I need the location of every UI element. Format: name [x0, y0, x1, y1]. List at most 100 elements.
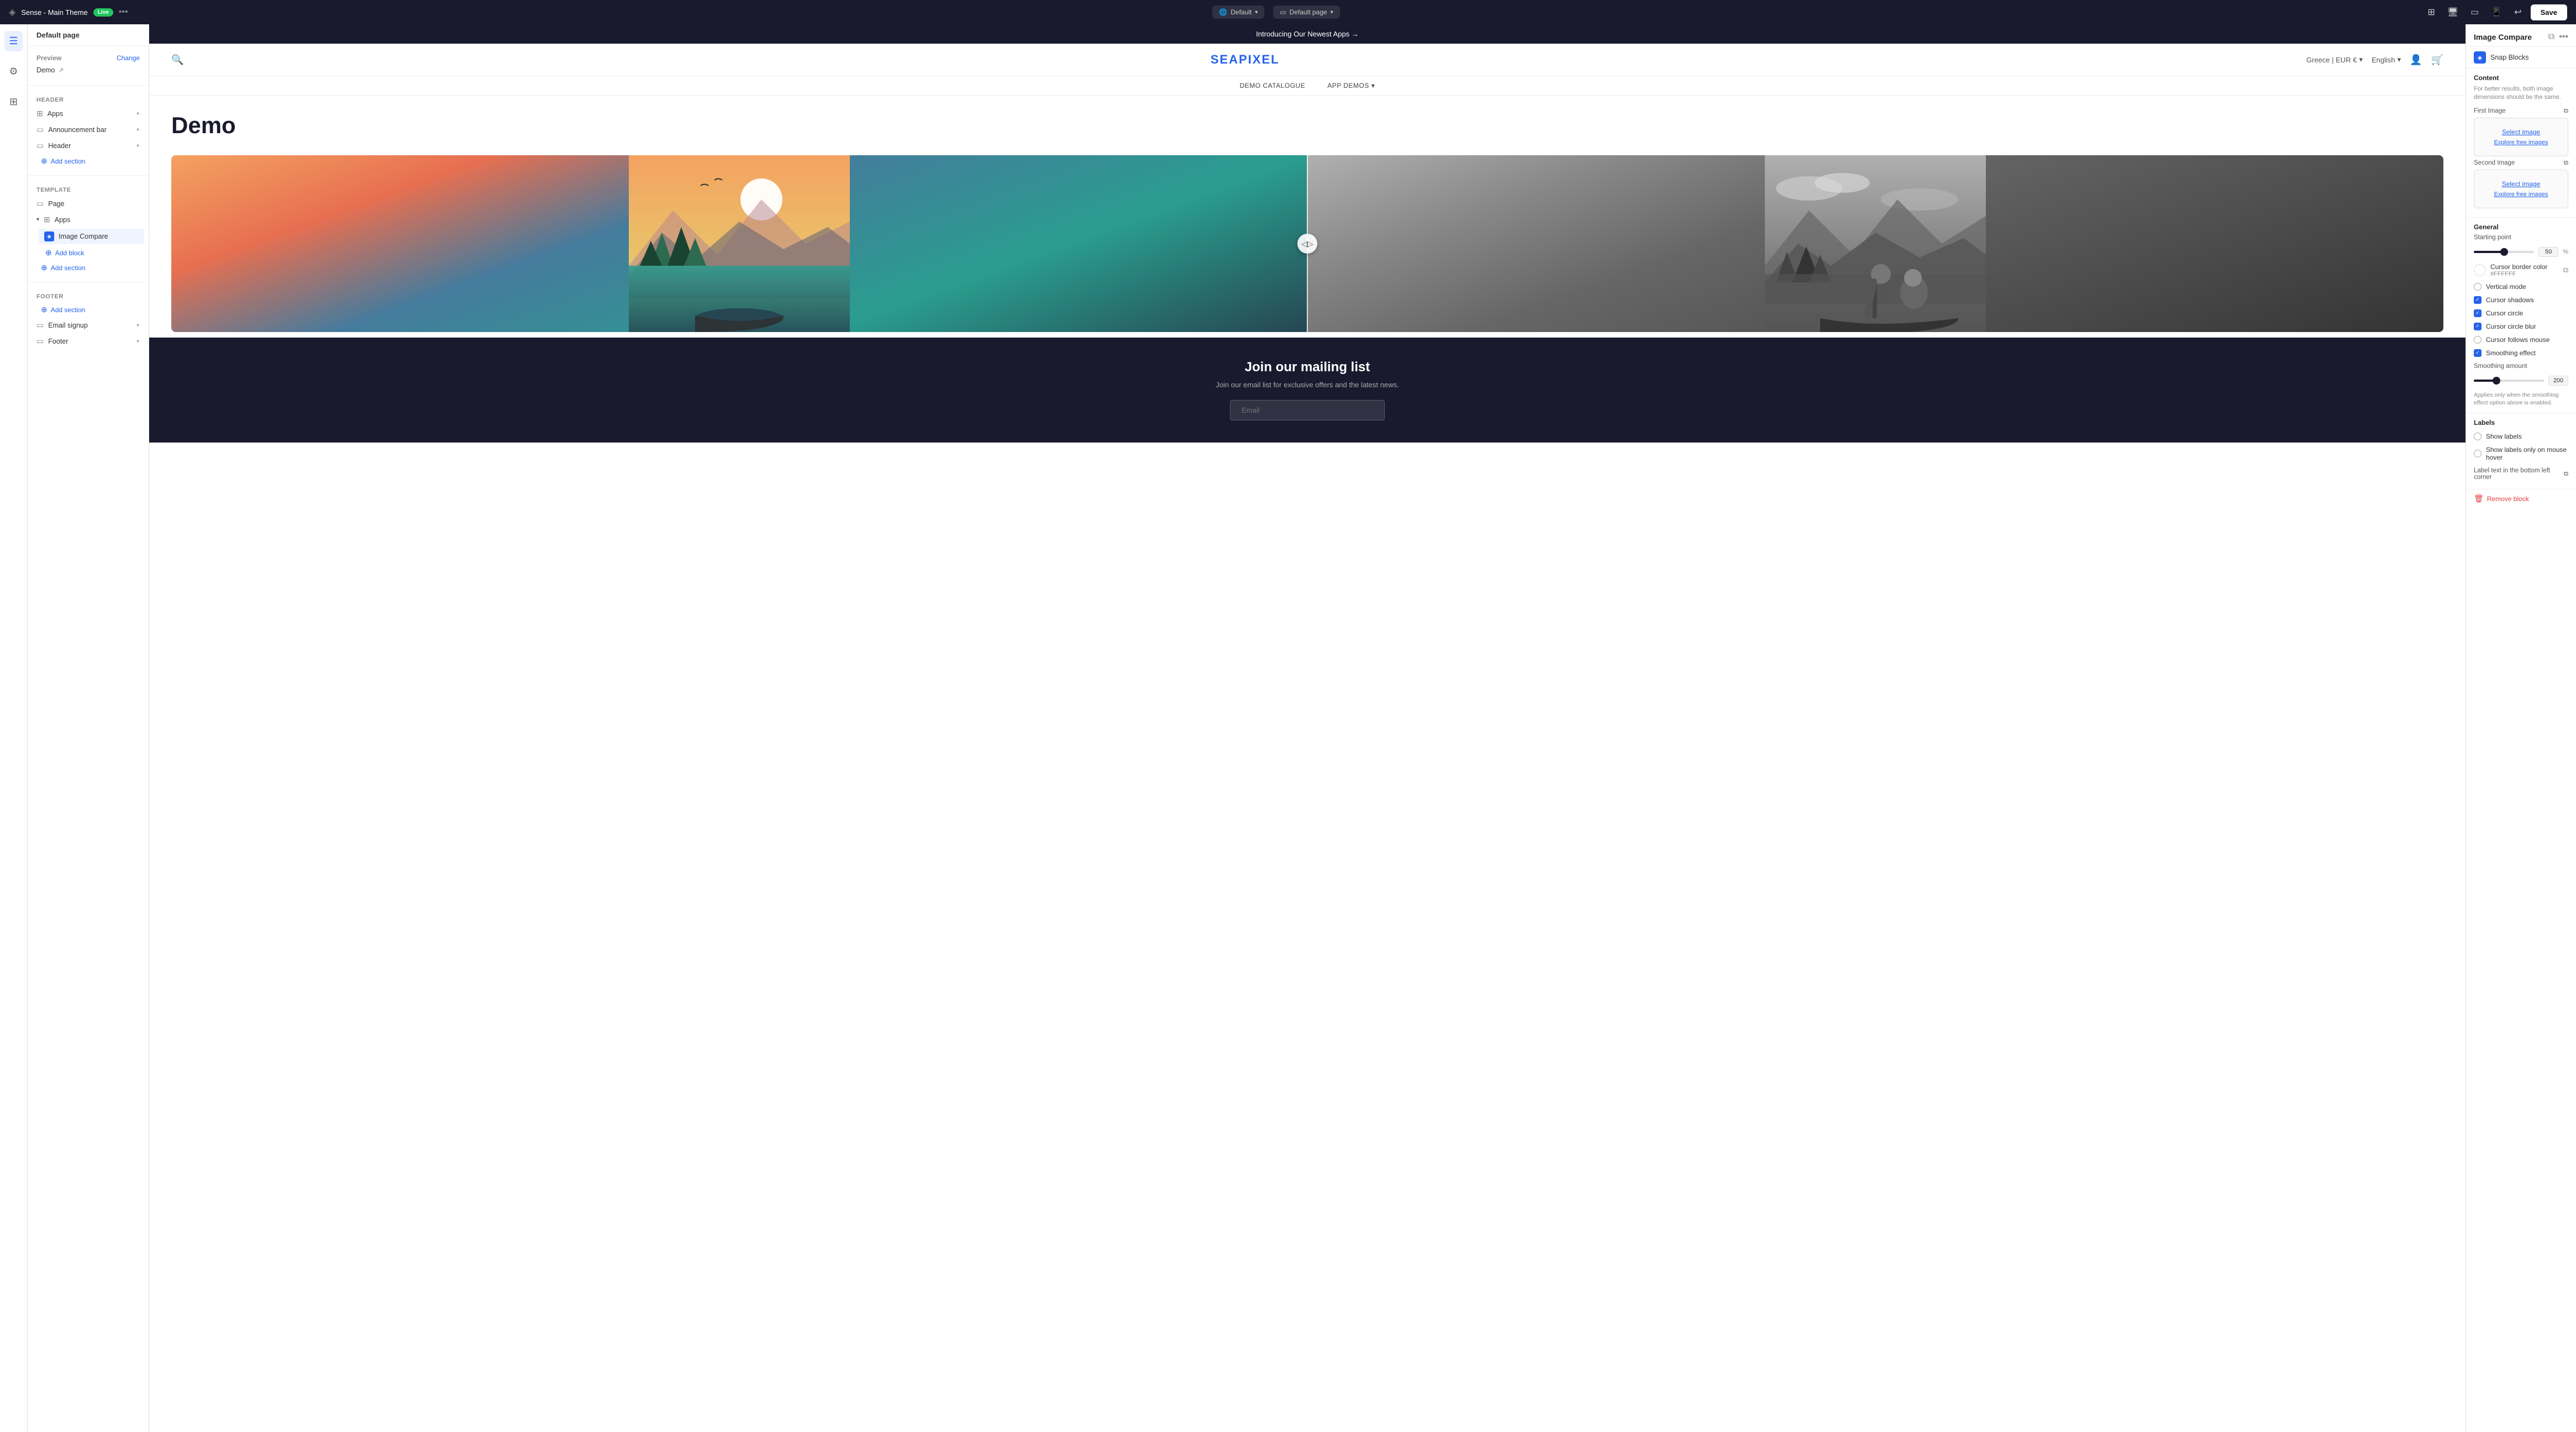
- add-section-template-button[interactable]: ⊕ Add section: [28, 260, 149, 275]
- location-dropdown[interactable]: Greece | EUR € ▾: [2306, 55, 2363, 64]
- apps-template-item[interactable]: ▾ ⊞ Apps: [28, 212, 149, 228]
- logo-text: SEA: [1211, 52, 1239, 66]
- plus-icon-block: ⊕: [45, 248, 52, 257]
- app-demos-label: APP DEMOS: [1327, 82, 1369, 90]
- demo-catalogue-item[interactable]: DEMO CATALOGUE: [1240, 82, 1306, 90]
- default-page-label: Default page: [1290, 8, 1327, 16]
- apps-header-item[interactable]: ⊞ Apps ▸: [28, 106, 149, 122]
- first-select-image-button[interactable]: Select image: [2480, 128, 2562, 136]
- cursor-circle-blur-label: Cursor circle blur: [2486, 323, 2536, 330]
- email-signup-item[interactable]: ▭ Email signup ▸: [28, 317, 149, 333]
- vertical-mode-row[interactable]: Vertical mode: [2474, 280, 2568, 293]
- announcement-text: Introducing Our Newest Apps →: [1256, 30, 1359, 38]
- add-section-footer-button[interactable]: ⊕ Add section: [28, 302, 149, 317]
- second-image-copy-icon[interactable]: ⧉: [2564, 160, 2568, 167]
- vertical-mode-label: Vertical mode: [2486, 283, 2526, 291]
- labels-section: Labels Show labels Show labels only on m…: [2466, 413, 2576, 489]
- smoothing-amount-slider[interactable]: [2474, 380, 2544, 382]
- plus-icon: ⊕: [41, 156, 48, 166]
- smoothing-amount-slider-row: 200: [2474, 376, 2568, 386]
- show-labels-checkbox[interactable]: [2474, 433, 2482, 440]
- chevron-icon: ▸: [137, 110, 140, 117]
- settings-icon[interactable]: ⚙: [4, 61, 22, 82]
- more-icon[interactable]: •••: [2559, 32, 2568, 42]
- default-page-dropdown[interactable]: ▭ Default page ▾: [1273, 6, 1339, 19]
- cursor-circle-row[interactable]: ✓ Cursor circle: [2474, 307, 2568, 320]
- cursor-shadows-checkbox[interactable]: ✓: [2474, 296, 2482, 304]
- cursor-circle-blur-row[interactable]: ✓ Cursor circle blur: [2474, 320, 2568, 333]
- divider-handle[interactable]: ◁▷: [1297, 234, 1317, 254]
- show-labels-hover-checkbox[interactable]: [2474, 450, 2482, 457]
- footer-item[interactable]: ▭ Footer ▸: [28, 333, 149, 349]
- image-compare-preview[interactable]: ◁▷: [171, 155, 2443, 332]
- cursor-follows-mouse-row[interactable]: Cursor follows mouse: [2474, 333, 2568, 346]
- first-image-copy-icon[interactable]: ⧉: [2564, 108, 2568, 115]
- starting-point-slider[interactable]: [2474, 251, 2534, 253]
- cursor-follows-mouse-checkbox[interactable]: [2474, 336, 2482, 344]
- cursor-border-color-swatch[interactable]: [2474, 264, 2486, 276]
- language-dropdown[interactable]: English ▾: [2372, 55, 2401, 64]
- vertical-mode-checkbox[interactable]: [2474, 283, 2482, 291]
- show-labels-row[interactable]: Show labels: [2474, 430, 2568, 443]
- account-icon[interactable]: 👤: [2410, 54, 2422, 66]
- desktop-icon-button[interactable]: 🖥: [2444, 3, 2462, 21]
- cart-icon[interactable]: 🛒: [2431, 54, 2443, 66]
- save-button[interactable]: Save: [2531, 4, 2567, 20]
- remove-block-button[interactable]: 🗑 Remove block: [2466, 489, 2576, 508]
- mobile-icon-button[interactable]: 📱: [2488, 3, 2505, 21]
- chevron-language: ▾: [2398, 55, 2401, 64]
- add-block-button[interactable]: ⊕ Add block: [28, 245, 149, 260]
- left-illustration: [171, 155, 1307, 332]
- topbar-left: ◈ Sense - Main Theme Live •••: [9, 7, 128, 18]
- starting-point-label: Starting point: [2474, 234, 2568, 241]
- show-labels-hover-row[interactable]: Show labels only on mouse hover: [2474, 443, 2568, 464]
- cursor-follows-mouse-label: Cursor follows mouse: [2486, 336, 2549, 344]
- right-panel-title: Image Compare: [2474, 33, 2532, 41]
- smoothing-effect-checkbox[interactable]: ✓: [2474, 349, 2482, 357]
- default-label: Default: [1231, 8, 1252, 16]
- add-section-header-button[interactable]: ⊕ Add section: [28, 154, 149, 169]
- cursor-border-color-copy-icon[interactable]: ⧉: [2563, 266, 2568, 275]
- first-explore-free-button[interactable]: Explore free images: [2494, 139, 2548, 146]
- cursor-circle-blur-checkbox[interactable]: ✓: [2474, 323, 2482, 330]
- header-item[interactable]: ▭ Header ▸: [28, 138, 149, 154]
- layout-icon-button[interactable]: ⊞: [2424, 3, 2438, 21]
- preview-label: Preview: [36, 54, 61, 62]
- copy-icon[interactable]: ⧉: [2548, 32, 2554, 42]
- page-icon-left: ▭: [36, 199, 44, 208]
- app-demos-item[interactable]: APP DEMOS ▾: [1327, 82, 1375, 90]
- sections-icon[interactable]: ☰: [4, 31, 22, 51]
- label-bottom-left-icon[interactable]: ⧉: [2564, 471, 2568, 478]
- more-options-button[interactable]: •••: [119, 7, 128, 17]
- starting-point-unit: %: [2563, 249, 2568, 255]
- page-item[interactable]: ▭ Page: [28, 196, 149, 212]
- change-button[interactable]: Change: [117, 54, 140, 62]
- smoothing-effect-label: Smoothing effect: [2486, 349, 2536, 357]
- undo-button[interactable]: ↩: [2511, 3, 2525, 21]
- email-signup-label: Email signup: [48, 322, 88, 329]
- chevron-down-apps: ▾: [36, 217, 39, 223]
- cursor-circle-checkbox[interactable]: ✓: [2474, 309, 2482, 317]
- footer-icon: ▭: [36, 336, 44, 346]
- tablet-icon-button[interactable]: ▭: [2467, 3, 2482, 21]
- search-icon-store[interactable]: 🔍: [171, 54, 183, 66]
- store-nav: 🔍 SEAPIXEL Greece | EUR € ▾ English ▾ 👤 …: [149, 44, 2465, 76]
- chevron-down-icon-2: ▾: [1331, 9, 1333, 15]
- image-right: [1307, 155, 2443, 332]
- email-input[interactable]: [1230, 400, 1385, 420]
- apps-icon[interactable]: ⊞: [5, 92, 22, 112]
- store-logo: SEAPIXEL: [1211, 52, 1280, 67]
- default-dropdown[interactable]: 🌐 Default ▾: [1212, 6, 1264, 19]
- second-explore-free-button[interactable]: Explore free images: [2494, 191, 2548, 198]
- image-compare-item[interactable]: ◈ Image Compare: [39, 229, 144, 244]
- right-panel-icons: ⧉ •••: [2548, 32, 2568, 42]
- second-select-image-button[interactable]: Select image: [2480, 180, 2562, 188]
- footer-section-title: Footer: [28, 289, 149, 302]
- cursor-shadows-row[interactable]: ✓ Cursor shadows: [2474, 293, 2568, 307]
- announcement-bar-item[interactable]: ▭ Announcement bar ▸: [28, 122, 149, 138]
- mailing-input-row: [171, 400, 2443, 420]
- language-text: English: [2372, 56, 2395, 64]
- smoothing-effect-row[interactable]: ✓ Smoothing effect: [2474, 346, 2568, 360]
- template-section-title: Template: [28, 182, 149, 196]
- chevron-icon-2: ▸: [137, 127, 140, 133]
